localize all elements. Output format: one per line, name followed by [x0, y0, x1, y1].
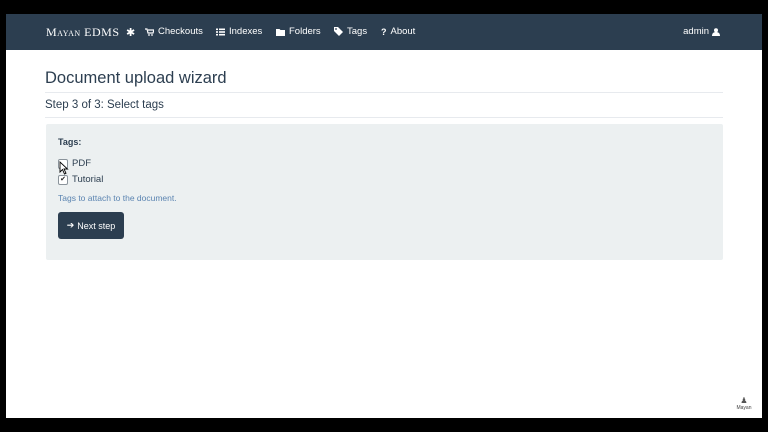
nav-about[interactable]: ? About — [381, 26, 415, 37]
nav-indexes[interactable]: Indexes — [216, 26, 262, 37]
watermark-icon: ♟ — [740, 396, 748, 405]
tag-option-tutorial[interactable]: ✔ Tutorial — [58, 174, 103, 185]
page-subtitle: Step 3 of 3: Select tags — [45, 99, 164, 111]
nav-folders-label: Folders — [289, 26, 321, 37]
form-panel: Tags: PDF ✔ Tutorial Tags to attach to t… — [46, 124, 723, 260]
user-name: admin — [683, 26, 709, 37]
cart-icon — [145, 27, 154, 36]
brand-logo[interactable]: Mayan EDMS ✱ — [46, 25, 136, 40]
bug-icon: ✱ — [126, 27, 136, 39]
user-icon — [712, 27, 720, 36]
user-menu[interactable]: admin — [683, 26, 720, 37]
tags-field-label: Tags: — [58, 137, 82, 147]
divider — [45, 117, 723, 118]
nav-checkouts-label: Checkouts — [158, 26, 203, 37]
question-icon: ? — [381, 26, 387, 37]
next-step-button[interactable]: ➔ Next step — [58, 212, 124, 239]
browser-frame: Mayan EDMS ✱ Checkouts Indexes Folders T… — [6, 14, 762, 418]
divider — [45, 92, 723, 93]
nav-checkouts[interactable]: Checkouts — [145, 26, 203, 37]
nav-about-label: About — [390, 26, 416, 37]
nav-indexes-label: Indexes — [229, 26, 263, 37]
tag-icon — [334, 27, 343, 36]
next-step-label: Next step — [77, 220, 116, 231]
watermark-text: Mayan — [736, 405, 752, 411]
page-title: Document upload wizard — [45, 69, 227, 87]
mouse-cursor-icon — [59, 161, 69, 175]
folder-icon — [276, 28, 285, 36]
navbar: Mayan EDMS ✱ Checkouts Indexes Folders T… — [6, 14, 762, 50]
tutorial-checkbox[interactable]: ✔ — [58, 174, 68, 185]
tutorial-label: Tutorial — [72, 174, 104, 185]
list-icon — [216, 28, 225, 35]
nav-tags[interactable]: Tags — [334, 26, 367, 37]
nav-tags-label: Tags — [347, 26, 368, 37]
arrow-right-icon: ➔ — [66, 220, 75, 230]
help-text: Tags to attach to the document. — [58, 193, 177, 203]
brand-name: Mayan EDMS — [46, 25, 120, 39]
pdf-label: PDF — [72, 158, 91, 169]
nav-folders[interactable]: Folders — [276, 26, 321, 37]
watermark: ♟ Mayan — [734, 396, 754, 411]
